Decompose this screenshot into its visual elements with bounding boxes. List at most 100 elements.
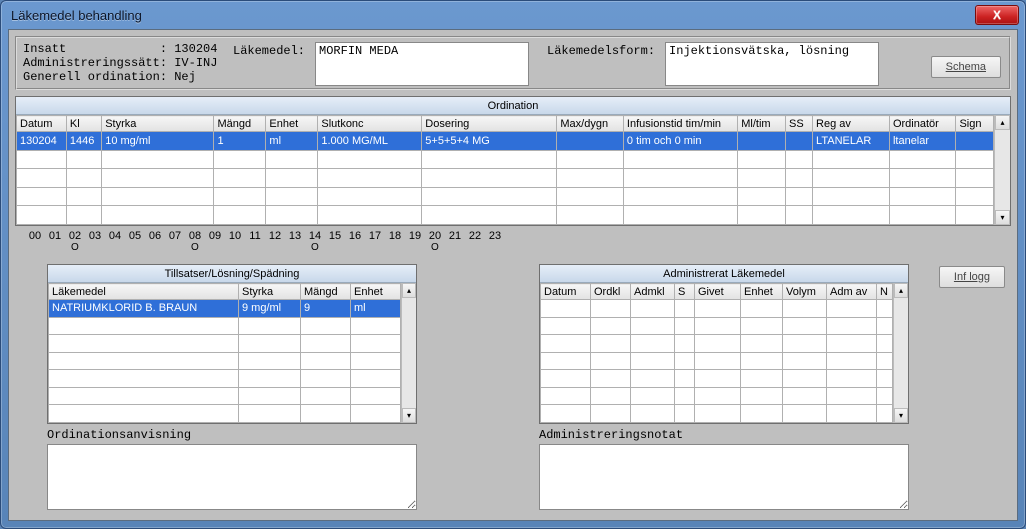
cell: [591, 387, 631, 405]
table-row[interactable]: NATRIUMKLORID B. BRAUN9 mg/ml9ml: [49, 300, 401, 318]
ord-col-header[interactable]: Max/dygn: [557, 116, 624, 132]
tillsats-scrollbar[interactable]: ▴ ▾: [401, 283, 416, 423]
table-row[interactable]: [49, 370, 401, 388]
table-row[interactable]: 130204144610 mg/ml1ml1.000 MG/ML5+5+5+4 …: [17, 132, 994, 151]
cell: [17, 206, 67, 225]
admin-col-header[interactable]: Admkl: [631, 284, 675, 300]
table-row[interactable]: [49, 387, 401, 405]
table-row[interactable]: [541, 300, 893, 318]
cell: [318, 187, 422, 206]
ord-col-header[interactable]: Datum: [17, 116, 67, 132]
close-button[interactable]: X: [975, 5, 1019, 25]
info-panel: Insatt : 130204 Administreringssätt: IV-…: [15, 36, 1011, 90]
table-row[interactable]: [541, 370, 893, 388]
scroll-up-icon[interactable]: ▴: [894, 283, 908, 298]
tillsats-col-header[interactable]: Läkemedel: [49, 284, 239, 300]
admin-col-header[interactable]: Adm av: [827, 284, 877, 300]
table-row[interactable]: [17, 150, 994, 169]
lakemedel-input[interactable]: [315, 42, 529, 86]
admin-scrollbar[interactable]: ▴ ▾: [893, 283, 908, 423]
lakemedelsform-input[interactable]: [665, 42, 879, 86]
ord-col-header[interactable]: Reg av: [813, 116, 890, 132]
cell: [738, 150, 786, 169]
admin-panel: Administrerat Läkemedel DatumOrdklAdmklS…: [539, 264, 909, 424]
cell: [877, 300, 893, 318]
cell: [351, 335, 401, 353]
admin-grid[interactable]: DatumOrdklAdmklSGivetEnhetVolymAdm avN: [540, 283, 893, 423]
scroll-down-icon[interactable]: ▾: [402, 408, 416, 423]
hour-label: 17: [365, 230, 385, 242]
ord-col-header[interactable]: Ml/tim: [738, 116, 786, 132]
admin-col-header[interactable]: Volym: [783, 284, 827, 300]
cell: [877, 335, 893, 353]
ord-col-header[interactable]: Infusionstid tim/min: [623, 116, 737, 132]
scroll-down-icon[interactable]: ▾: [894, 408, 908, 423]
table-row[interactable]: [17, 187, 994, 206]
table-row[interactable]: [541, 335, 893, 353]
cell: [351, 352, 401, 370]
cell: [541, 352, 591, 370]
ord-col-header[interactable]: Ordinatör: [889, 116, 956, 132]
cell: [783, 300, 827, 318]
dose-marker: O: [191, 242, 199, 253]
table-row[interactable]: [17, 206, 994, 225]
ord-col-header[interactable]: Kl: [66, 116, 101, 132]
ord-col-header[interactable]: SS: [786, 116, 813, 132]
ord-col-header[interactable]: Sign: [956, 116, 994, 132]
tillsats-grid[interactable]: LäkemedelStyrkaMängdEnhet NATRIUMKLORID …: [48, 283, 401, 423]
cell: [214, 187, 266, 206]
ordination-grid[interactable]: DatumKlStyrkaMängdEnhetSlutkoncDoseringM…: [16, 115, 994, 225]
admin-col-header[interactable]: Ordkl: [591, 284, 631, 300]
cell: [17, 169, 67, 188]
admin-col-header[interactable]: Datum: [541, 284, 591, 300]
cell: [102, 206, 214, 225]
ord-col-header[interactable]: Styrka: [102, 116, 214, 132]
table-row[interactable]: [17, 169, 994, 188]
cell: 0 tim och 0 min: [623, 132, 737, 151]
cell: [239, 405, 301, 423]
cell: LTANELAR: [813, 132, 890, 151]
table-row[interactable]: [49, 405, 401, 423]
admin-col-header[interactable]: N: [877, 284, 893, 300]
schema-button[interactable]: Schema: [931, 56, 1001, 78]
inf-logg-button[interactable]: Inf logg: [939, 266, 1005, 288]
admin-col-header[interactable]: S: [675, 284, 695, 300]
table-row[interactable]: [49, 352, 401, 370]
admin-title: Administrerat Läkemedel: [540, 265, 908, 283]
table-row[interactable]: [49, 317, 401, 335]
cell: [695, 300, 741, 318]
scroll-up-icon[interactable]: ▴: [402, 283, 416, 298]
tillsats-title: Tillsatser/Lösning/Spädning: [48, 265, 416, 283]
scroll-down-icon[interactable]: ▾: [995, 210, 1010, 225]
table-row[interactable]: [541, 352, 893, 370]
ord-col-header[interactable]: Slutkonc: [318, 116, 422, 132]
table-row[interactable]: [49, 335, 401, 353]
titlebar[interactable]: Läkemedel behandling X: [1, 1, 1025, 29]
cell: [631, 405, 675, 423]
cell: [301, 370, 351, 388]
cell: [675, 300, 695, 318]
ord-col-header[interactable]: Dosering: [422, 116, 557, 132]
cell: [239, 335, 301, 353]
ord-col-header[interactable]: Mängd: [214, 116, 266, 132]
tillsats-col-header[interactable]: Mängd: [301, 284, 351, 300]
cell: 10 mg/ml: [102, 132, 214, 151]
cell: [783, 335, 827, 353]
cell: [49, 370, 239, 388]
cell: [631, 335, 675, 353]
ordination-scrollbar[interactable]: ▴ ▾: [994, 115, 1010, 225]
table-row[interactable]: [541, 387, 893, 405]
cell: [17, 150, 67, 169]
admin-col-header[interactable]: Givet: [695, 284, 741, 300]
admin-col-header[interactable]: Enhet: [741, 284, 783, 300]
tillsats-col-header[interactable]: Enhet: [351, 284, 401, 300]
ord-anvisning-input[interactable]: [47, 444, 417, 510]
ord-col-header[interactable]: Enhet: [266, 116, 318, 132]
table-row[interactable]: [541, 317, 893, 335]
adm-notat-input[interactable]: [539, 444, 909, 510]
tillsats-col-header[interactable]: Styrka: [239, 284, 301, 300]
cell: [631, 370, 675, 388]
scroll-up-icon[interactable]: ▴: [995, 115, 1010, 130]
cell: [741, 335, 783, 353]
table-row[interactable]: [541, 405, 893, 423]
